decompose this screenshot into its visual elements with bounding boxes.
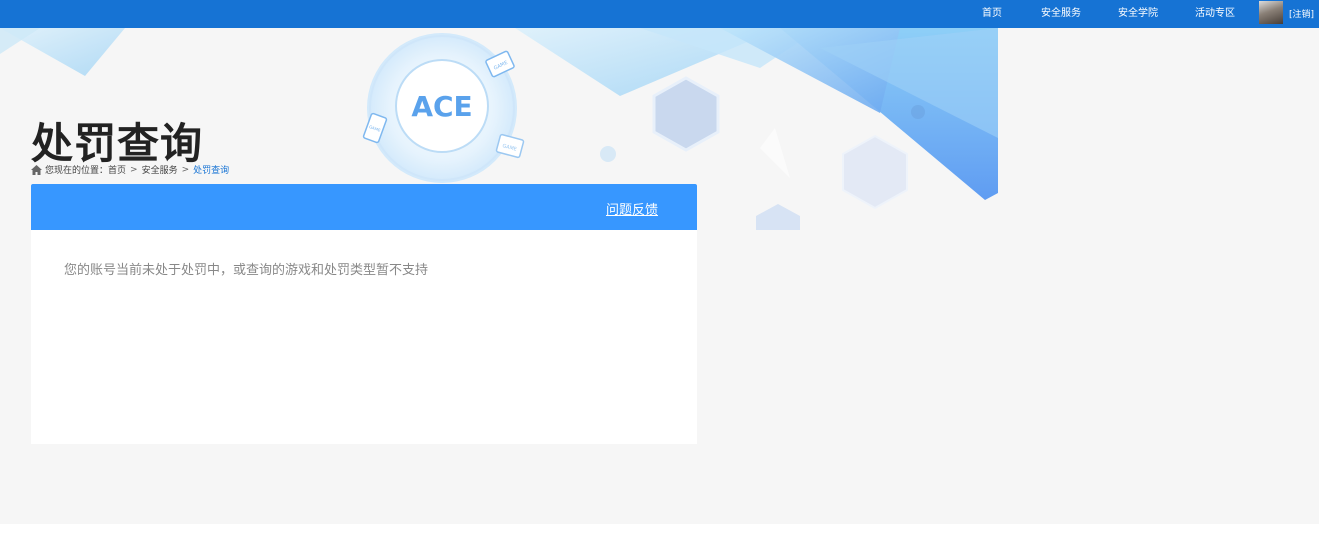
logout-link[interactable]: [注销] — [1289, 7, 1314, 20]
top-nav-bar: 首页 安全服务 安全学院 活动专区 [注销] — [0, 0, 1319, 28]
breadcrumb-separator: > — [130, 164, 138, 175]
avatar[interactable] — [1259, 1, 1283, 24]
breadcrumb-item-security-service[interactable]: 安全服务 — [142, 163, 178, 176]
breadcrumb-item-home[interactable]: 首页 — [108, 163, 126, 176]
breadcrumb-item-current: 处罚查询 — [193, 166, 230, 176]
penalty-query-panel: 问题反馈 您的账号当前未处于处罚中，或查询的游戏和处罚类型暂不支持 — [31, 184, 697, 444]
nav-item-security-service[interactable]: 安全服务 — [1041, 8, 1081, 20]
breadcrumb-separator: > — [181, 164, 190, 175]
nav-item-home[interactable]: 首页 — [982, 8, 1002, 20]
nav-item-security-academy[interactable]: 安全学院 — [1118, 8, 1158, 20]
home-icon — [31, 164, 42, 175]
query-result-message: 您的账号当前未处于处罚中，或查询的游戏和处罚类型暂不支持 — [64, 263, 429, 278]
breadcrumb-prefix: 您现在的位置： — [45, 166, 109, 176]
panel-header: 问题反馈 — [31, 184, 697, 230]
feedback-link[interactable]: 问题反馈 — [606, 199, 658, 218]
nav-item-events[interactable]: 活动专区 — [1195, 8, 1235, 20]
ace-logo-text: ACE — [411, 90, 472, 123]
page-title: 处罚查询 — [31, 119, 204, 169]
breadcrumb: 您现在的位置： 首页 > 安全服务 > 处罚查询 — [31, 163, 229, 176]
page-background: ACE GAME GAME GAME 处罚查询 您现在的位置： 首页 > 安全服… — [0, 0, 1319, 524]
